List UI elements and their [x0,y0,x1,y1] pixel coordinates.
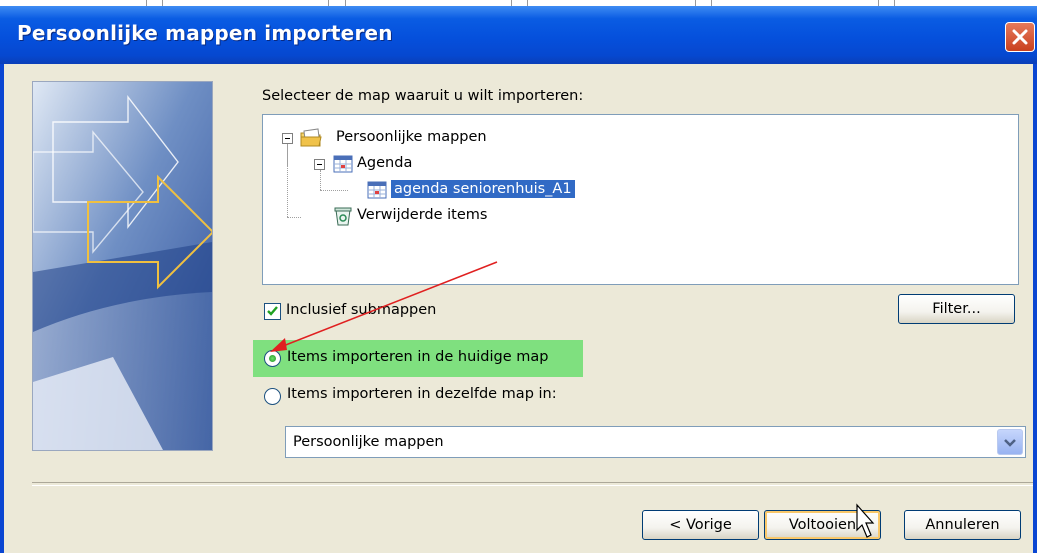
finish-button[interactable]: Voltooien [764,510,881,540]
import-dialog: Persoonlijke mappen importeren Selecteer… [0,6,1037,553]
cancel-button[interactable]: Annuleren [904,510,1021,540]
deleted-items-icon [334,207,352,226]
target-folder-value: Persoonlijke mappen [293,434,444,450]
filter-button[interactable]: Filter... [898,294,1015,324]
collapse-toggle-agenda[interactable] [314,159,325,170]
calendar-icon [333,155,353,173]
checkmark-icon [267,306,278,316]
tree-item-selected-calendar[interactable]: agenda seniorenhuis_A1 [391,180,575,198]
close-button[interactable] [1005,22,1035,52]
import-current-folder-label[interactable]: Items importeren in de huidige map [287,349,548,365]
chevron-down-icon [1004,439,1016,447]
window-title: Persoonlijke mappen importeren [17,21,393,45]
wizard-banner-image [32,81,213,451]
collapse-toggle-root[interactable] [282,133,293,144]
tree-connector [287,144,288,217]
select-folder-label: Selecteer de map waaruit u wilt importer… [262,88,584,104]
import-same-folder-label[interactable]: Items importeren in dezelfde map in: [287,386,557,402]
dialog-body: Selecteer de map waaruit u wilt importer… [4,64,1033,553]
calendar-icon [367,181,387,199]
back-button[interactable]: < Vorige [642,510,759,540]
include-subfolders-checkbox[interactable] [264,303,281,320]
tree-item-agenda[interactable]: Agenda [357,155,412,171]
close-icon [1012,29,1028,45]
folder-tree[interactable]: Persoonlijke mappen Agenda agenda senior… [262,114,1019,285]
import-current-folder-radio[interactable] [264,350,281,367]
personal-folders-icon [300,128,322,147]
title-bar: Persoonlijke mappen importeren [0,6,1037,64]
target-folder-dropdown[interactable]: Persoonlijke mappen [285,426,1026,458]
tree-connector [287,217,301,218]
tree-connector [320,170,321,190]
import-same-folder-radio[interactable] [264,388,281,405]
include-subfolders-label[interactable]: Inclusief submappen [286,302,436,318]
tree-item-personal-folders[interactable]: Persoonlijke mappen [336,129,487,145]
tree-connector [320,190,348,191]
separator [32,482,1033,486]
tree-item-deleted-items[interactable]: Verwijderde items [357,207,487,223]
dropdown-arrow-button[interactable] [997,429,1023,455]
